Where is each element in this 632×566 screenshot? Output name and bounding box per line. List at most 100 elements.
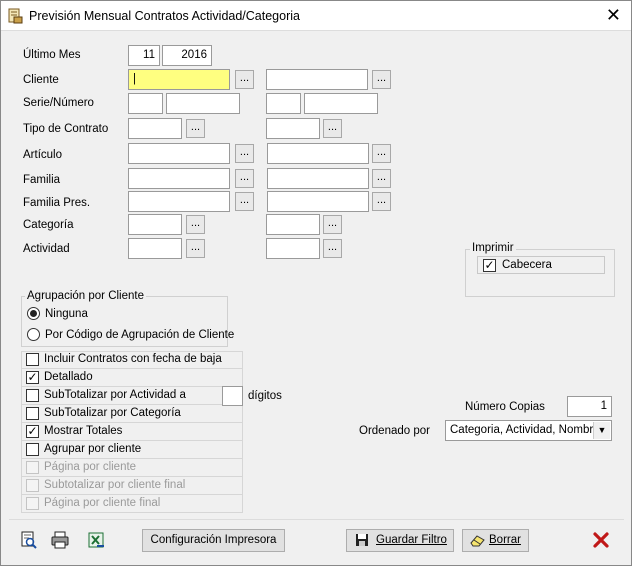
agrupar-cliente-label: Agrupar por cliente bbox=[44, 443, 142, 455]
tipo-contrato-to-field[interactable] bbox=[266, 118, 320, 139]
subtotal-categoria-checkbox[interactable] bbox=[26, 407, 39, 420]
year-field[interactable]: 2016 bbox=[162, 45, 212, 66]
detallado-checkbox[interactable]: ✓ bbox=[26, 371, 39, 384]
ordenado-por-value: Categoria, Actividad, Nombre bbox=[450, 424, 600, 436]
eraser-icon bbox=[470, 533, 486, 554]
numero-copias-label: Número Copias bbox=[465, 401, 545, 413]
familia-from-field[interactable] bbox=[128, 168, 230, 189]
month-field[interactable]: 11 bbox=[128, 45, 160, 66]
borrar-label: Borrar bbox=[489, 534, 521, 546]
digitos-field[interactable] bbox=[222, 386, 243, 406]
option-subtotal-cliente-final: Subtotalizar por cliente final bbox=[21, 477, 242, 495]
subtotal-actividad-checkbox[interactable] bbox=[26, 389, 39, 402]
codigo-agrupacion-radio[interactable] bbox=[27, 328, 40, 341]
imprimir-title: Imprimir bbox=[470, 242, 516, 254]
guardar-filtro-button[interactable]: Guardar Filtro bbox=[346, 529, 454, 552]
ninguna-radio[interactable] bbox=[27, 307, 40, 320]
configuracion-impresora-button[interactable]: Configuración Impresora bbox=[142, 529, 285, 552]
pagina-cliente-final-label: Página por cliente final bbox=[44, 497, 161, 509]
chevron-down-icon[interactable]: ▼ bbox=[593, 422, 610, 439]
ninguna-label: Ninguna bbox=[45, 308, 88, 320]
articulo-to-lookup-button[interactable]: ... bbox=[372, 144, 391, 163]
familia-to-field[interactable] bbox=[267, 168, 369, 189]
option-detallado[interactable]: ✓ Detallado bbox=[21, 369, 242, 387]
subtotal-cliente-final-label: Subtotalizar por cliente final bbox=[44, 479, 186, 491]
categoria-label: Categoría bbox=[23, 219, 74, 231]
serie-from-field[interactable] bbox=[128, 93, 163, 114]
cabecera-row[interactable]: ✓ Cabecera bbox=[477, 256, 605, 274]
report-icon bbox=[7, 8, 23, 24]
familia-pres-to-lookup-button[interactable]: ... bbox=[372, 192, 391, 211]
borrar-button[interactable]: Borrar bbox=[462, 529, 529, 552]
actividad-to-field[interactable] bbox=[266, 238, 320, 259]
cliente-to-lookup-button[interactable]: ... bbox=[372, 70, 391, 89]
familia-from-lookup-button[interactable]: ... bbox=[235, 169, 254, 188]
tipo-contrato-label: Tipo de Contrato bbox=[23, 123, 109, 135]
familia-pres-from-lookup-button[interactable]: ... bbox=[235, 192, 254, 211]
excel-export-icon[interactable] bbox=[87, 530, 107, 550]
cliente-from-field[interactable]: | bbox=[128, 69, 230, 90]
mostrar-totales-label: Mostrar Totales bbox=[44, 425, 123, 437]
familia-to-lookup-button[interactable]: ... bbox=[372, 169, 391, 188]
familia-label: Familia bbox=[23, 174, 61, 186]
serie-numero-label: Serie/Número bbox=[23, 97, 94, 109]
familia-pres-label: Familia Pres. bbox=[23, 197, 91, 209]
printer-icon[interactable] bbox=[50, 530, 70, 550]
actividad-from-field[interactable] bbox=[128, 238, 182, 259]
agrupar-cliente-checkbox[interactable] bbox=[26, 443, 39, 456]
option-incluir-baja[interactable]: Incluir Contratos con fecha de baja bbox=[21, 351, 242, 369]
cabecera-checkbox[interactable]: ✓ bbox=[483, 259, 496, 272]
mostrar-totales-checkbox[interactable]: ✓ bbox=[26, 425, 39, 438]
incluir-baja-label: Incluir Contratos con fecha de baja bbox=[44, 353, 222, 365]
option-subtotal-categoria[interactable]: SubTotalizar por Categoría bbox=[21, 405, 242, 423]
familia-pres-to-field[interactable] bbox=[267, 191, 369, 212]
tipo-contrato-from-field[interactable] bbox=[128, 118, 182, 139]
cliente-from-lookup-button[interactable]: ... bbox=[235, 70, 254, 89]
cliente-to-field[interactable] bbox=[266, 69, 368, 90]
incluir-baja-checkbox[interactable] bbox=[26, 353, 39, 366]
subtotal-cliente-final-checkbox bbox=[26, 479, 39, 492]
ultimo-mes-label: Último Mes bbox=[23, 49, 81, 61]
articulo-from-lookup-button[interactable]: ... bbox=[235, 144, 254, 163]
categoria-from-field[interactable] bbox=[128, 214, 182, 235]
floppy-disk-icon bbox=[355, 533, 369, 554]
agrupacion-title: Agrupación por Cliente bbox=[25, 290, 146, 302]
codigo-agrupacion-label: Por Código de Agrupación de Cliente bbox=[45, 329, 235, 341]
actividad-to-lookup-button[interactable]: ... bbox=[323, 239, 342, 258]
pagina-cliente-final-checkbox bbox=[26, 497, 39, 510]
window-title: Previsión Mensual Contratos Actividad/Ca… bbox=[29, 9, 300, 23]
option-pagina-cliente-final: Página por cliente final bbox=[21, 495, 242, 513]
cliente-label: Cliente bbox=[23, 74, 59, 86]
categoria-to-lookup-button[interactable]: ... bbox=[323, 215, 342, 234]
numero-to-field[interactable] bbox=[304, 93, 378, 114]
pagina-cliente-checkbox bbox=[26, 461, 39, 474]
detallado-label: Detallado bbox=[44, 371, 93, 383]
print-preview-icon[interactable] bbox=[19, 530, 39, 550]
tipo-contrato-from-lookup-button[interactable]: ... bbox=[186, 119, 205, 138]
categoria-from-lookup-button[interactable]: ... bbox=[186, 215, 205, 234]
subtotal-actividad-label: SubTotalizar por Actividad a bbox=[44, 389, 186, 401]
numero-copias-field[interactable]: 1 bbox=[567, 396, 612, 417]
close-icon[interactable]: ✕ bbox=[606, 5, 621, 25]
option-mostrar-totales[interactable]: ✓ Mostrar Totales bbox=[21, 423, 242, 441]
articulo-from-field[interactable] bbox=[128, 143, 230, 164]
subtotal-categoria-label: SubTotalizar por Categoría bbox=[44, 407, 181, 419]
familia-pres-from-field[interactable] bbox=[128, 191, 230, 212]
footer-divider bbox=[9, 519, 624, 520]
ordenado-por-select[interactable]: Categoria, Actividad, Nombre ▼ bbox=[445, 420, 612, 441]
tipo-contrato-to-lookup-button[interactable]: ... bbox=[323, 119, 342, 138]
articulo-to-field[interactable] bbox=[267, 143, 369, 164]
actividad-from-lookup-button[interactable]: ... bbox=[186, 239, 205, 258]
option-agrupar-cliente[interactable]: Agrupar por cliente bbox=[21, 441, 242, 459]
pagina-cliente-label: Página por cliente bbox=[44, 461, 137, 473]
actividad-label: Actividad bbox=[23, 243, 70, 255]
title-bar: Previsión Mensual Contratos Actividad/Ca… bbox=[1, 1, 631, 31]
digitos-label: dígitos bbox=[248, 390, 282, 402]
numero-from-field[interactable] bbox=[166, 93, 240, 114]
articulo-label: Artículo bbox=[23, 149, 62, 161]
ordenado-por-label: Ordenado por bbox=[359, 425, 430, 437]
categoria-to-field[interactable] bbox=[266, 214, 320, 235]
red-x-icon[interactable] bbox=[591, 530, 611, 550]
option-subtotal-actividad[interactable]: SubTotalizar por Actividad a bbox=[21, 387, 242, 405]
serie-to-field[interactable] bbox=[266, 93, 301, 114]
